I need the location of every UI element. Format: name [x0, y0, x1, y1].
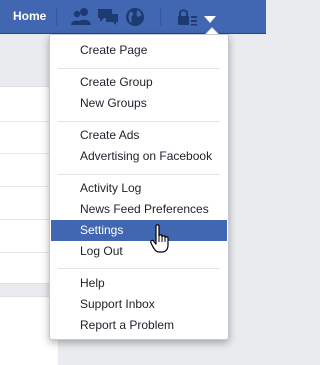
menu-separator	[58, 174, 220, 175]
dropdown-pointer-fill	[206, 28, 218, 34]
menu-item-settings[interactable]: Settings	[51, 220, 227, 241]
menu-item-create-ads[interactable]: Create Ads	[51, 125, 227, 146]
menu-item-advertising-on-facebook[interactable]: Advertising on Facebook	[51, 146, 227, 167]
privacy-lock-icon[interactable]	[178, 8, 198, 31]
home-link[interactable]: Home	[13, 9, 46, 23]
nav-divider-right	[160, 7, 161, 26]
menu-item-activity-log[interactable]: Activity Log	[51, 178, 227, 199]
hand-pointer-cursor-icon	[150, 224, 172, 259]
nav-divider	[56, 7, 57, 26]
menu-item-support-inbox[interactable]: Support Inbox	[51, 294, 227, 315]
menu-item-report-a-problem[interactable]: Report a Problem	[51, 315, 227, 336]
menu-separator	[58, 68, 220, 69]
account-dropdown-menu: Create Page Create Group New Groups Crea…	[49, 34, 229, 340]
friends-icon[interactable]	[70, 7, 92, 32]
top-navigation-bar: Home	[0, 0, 266, 34]
menu-item-help[interactable]: Help	[51, 273, 227, 294]
menu-separator	[58, 121, 220, 122]
menu-item-news-feed-preferences[interactable]: News Feed Preferences	[51, 199, 227, 220]
menu-item-create-page[interactable]: Create Page	[51, 40, 227, 61]
menu-item-log-out[interactable]: Log Out	[51, 241, 227, 262]
menu-separator	[58, 268, 220, 269]
notifications-globe-icon[interactable]	[125, 7, 145, 32]
menu-item-new-groups[interactable]: New Groups	[51, 93, 227, 114]
menu-item-create-group[interactable]: Create Group	[51, 72, 227, 93]
messages-icon[interactable]	[97, 7, 119, 32]
